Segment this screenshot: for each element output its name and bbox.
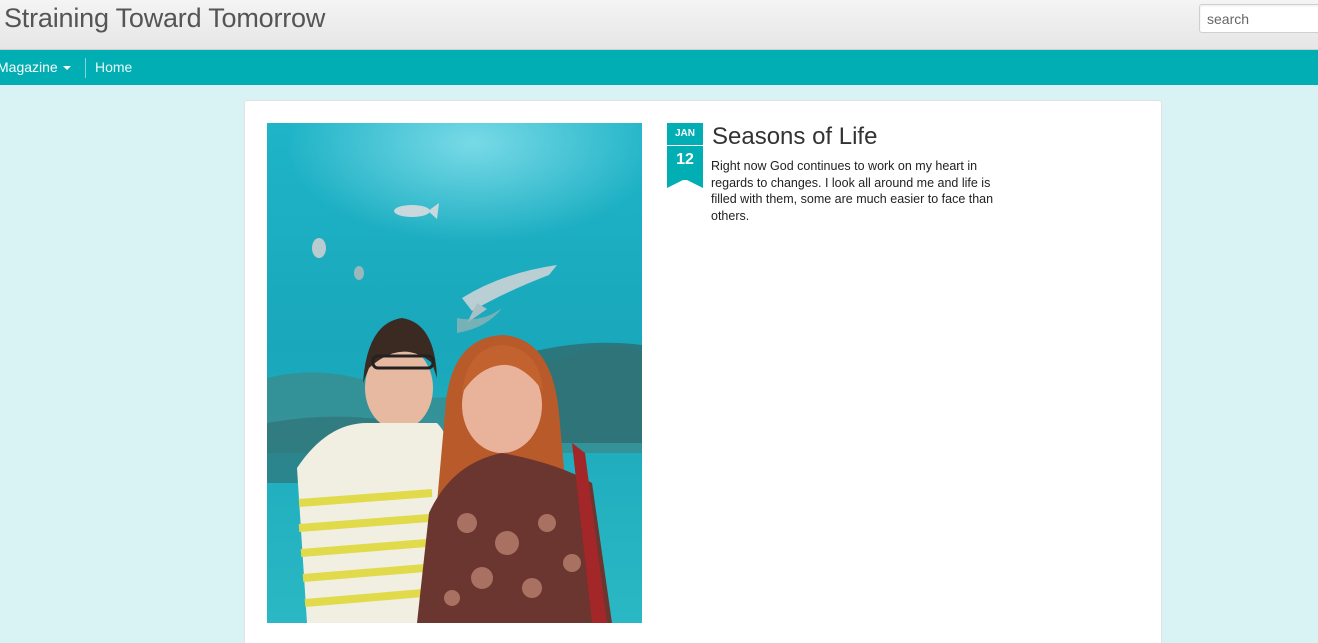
post-card: JAN 12 Seasons of Life Right now God con… (244, 100, 1162, 643)
post-title[interactable]: Seasons of Life (712, 123, 877, 151)
nav-item-home[interactable]: Home (95, 50, 132, 85)
search-input[interactable] (1199, 4, 1318, 33)
date-month: JAN (667, 123, 703, 145)
top-bar: Straining Toward Tomorrow (0, 0, 1318, 50)
nav-divider (85, 58, 86, 78)
post-photo[interactable] (267, 123, 642, 623)
post-excerpt: Right now God continues to work on my he… (666, 158, 1016, 224)
site-title[interactable]: Straining Toward Tomorrow (4, 3, 325, 34)
post-excerpt-text: Right now God continues to work on my he… (711, 159, 994, 223)
main-nav: Magazine Home (0, 50, 1318, 85)
nav-item-label: Magazine (0, 59, 58, 75)
caret-down-icon (62, 66, 71, 71)
nav-item-magazine[interactable]: Magazine (0, 50, 71, 85)
excerpt-spacer (666, 158, 711, 216)
